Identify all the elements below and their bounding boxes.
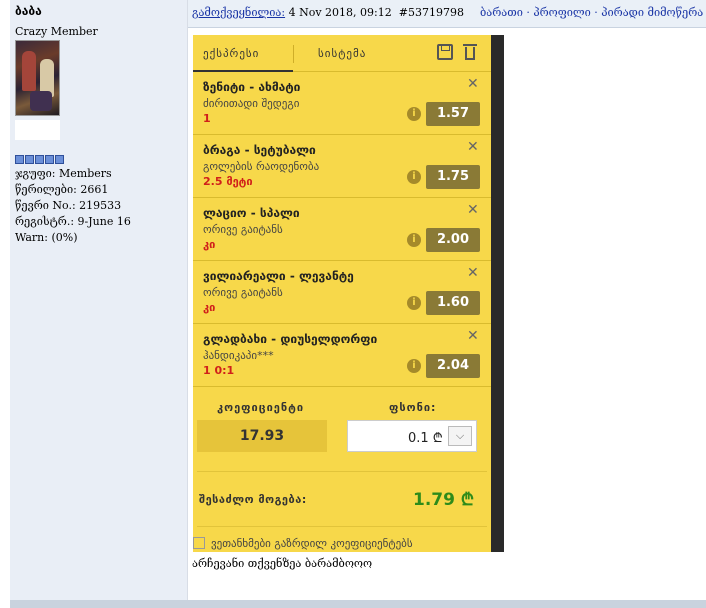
trash-icon[interactable] (463, 44, 477, 61)
bet-match: ლაციო - სპალი (203, 206, 300, 220)
betslip-screenshot: ექსპრესი სისტემა ზენიტი - ახმატი ძირითად… (193, 35, 504, 552)
close-icon[interactable]: ✕ (467, 139, 479, 155)
tab-express[interactable]: ექსპრესი (203, 47, 259, 60)
user-rank: Crazy Member (15, 25, 98, 38)
close-icon[interactable]: ✕ (467, 328, 479, 344)
post-date: 4 Nov 2018, 09:12 (288, 6, 392, 19)
user-panel: ბაბა Crazy Member ჯგუფი: Members წერილებ… (10, 0, 188, 600)
post-meta: გამოქვეყნილია: 4 Nov 2018, 09:12 #537197… (192, 6, 464, 19)
save-icon[interactable] (437, 44, 453, 60)
bet-item: ბრაგა - სეტუბალი გოლების რაოდენობა 2.5 მ… (193, 135, 491, 198)
bet-odds: 2.00 (426, 228, 480, 252)
close-icon[interactable]: ✕ (467, 202, 479, 218)
payout-label: შესაძლო მოგება: (199, 493, 307, 506)
close-icon[interactable]: ✕ (467, 76, 479, 92)
bet-pick: 1 (203, 112, 211, 125)
bet-pick: 2.5 მეტი (203, 175, 253, 188)
bet-match: ზენიტი - ახმატი (203, 80, 301, 94)
betslip-tabs: ექსპრესი სისტემა (193, 35, 491, 72)
scrollbar[interactable] (491, 35, 504, 552)
post-footer-bar (10, 600, 706, 608)
divider (197, 471, 487, 472)
bet-pick: კი (203, 238, 216, 251)
bet-odds: 1.57 (426, 102, 480, 126)
stake-value: 0.1 ₾ (408, 431, 443, 446)
avatar-figure (30, 91, 52, 111)
rank-square (55, 155, 64, 164)
bet-odds: 2.04 (426, 354, 480, 378)
avatar-placeholder (15, 120, 60, 140)
divider (197, 526, 487, 527)
post-header: გამოქვეყნილია: 4 Nov 2018, 09:12 #537197… (188, 0, 706, 28)
trash-lid (463, 44, 477, 46)
stake-input[interactable]: 0.1 ₾ ⌵ (347, 420, 477, 452)
bet-odds: 1.75 (426, 165, 480, 189)
bet-odds: 1.60 (426, 291, 480, 315)
user-group: ჯგუფი: Members (15, 167, 112, 180)
amount-label: ფსონი: (389, 401, 437, 414)
rank-squares (15, 155, 64, 164)
trash-body (465, 47, 475, 60)
info-icon[interactable]: i (407, 233, 421, 247)
bet-item: ლაციო - სპალი ორივე გაიტანს კი ✕ i 2.00 (193, 198, 491, 261)
avatar (15, 40, 60, 116)
chevron-down-icon[interactable]: ⌵ (448, 426, 472, 446)
user-registered: რეგისტრ.: 9-June 16 (15, 215, 131, 228)
rank-square (25, 155, 34, 164)
close-icon[interactable]: ✕ (467, 265, 479, 281)
username[interactable]: ბაბა (15, 4, 42, 18)
avatar-figure (22, 51, 36, 91)
coef-label: კოეფიციენტი (217, 401, 305, 414)
bet-item: გლადბახი - დიუსელდორფი ჰანდიკაპი*** 1 0:… (193, 324, 491, 387)
rank-square (45, 155, 54, 164)
payout-value: 1.79 ₾ (413, 490, 474, 510)
bet-match: ვილიარეალი - ლევანტე (203, 269, 354, 283)
bet-match: გლადბახი - დიუსელდორფი (203, 332, 378, 346)
info-icon[interactable]: i (407, 359, 421, 373)
user-posts: წერილები: 2661 (15, 183, 109, 196)
post-menu[interactable]: ბარათი · პროფილი · პირადი მიმოწერა (480, 6, 703, 19)
bet-market: ჰანდიკაპი*** (203, 349, 274, 362)
bet-market: ძირითადი შედეგი (203, 97, 300, 110)
tab-separator (293, 45, 294, 63)
accept-odds-label: ვეთანხმები გაზრდილ კოეფიციენტებს (211, 537, 413, 550)
info-icon[interactable]: i (407, 170, 421, 184)
rank-square (15, 155, 24, 164)
total-coefficient: 17.93 (197, 420, 327, 452)
bet-pick: 1 0:1 (203, 364, 235, 377)
info-icon[interactable]: i (407, 296, 421, 310)
tab-system[interactable]: სისტემა (318, 47, 366, 60)
rank-square (35, 155, 44, 164)
post-link[interactable]: გამოქვეყნილია: (192, 6, 285, 19)
bet-market: ორივე გაიტანს (203, 223, 283, 236)
user-member-no: წევრი No.: 219533 (15, 199, 122, 212)
bet-market: ორივე გაიტანს (203, 286, 283, 299)
bet-item: ვილიარეალი - ლევანტე ორივე გაიტანს კი ✕ … (193, 261, 491, 324)
post-id[interactable]: #53719798 (399, 6, 464, 19)
accept-odds-checkbox[interactable] (193, 537, 205, 549)
user-warn: Warn: (0%) (15, 231, 78, 244)
post-body-text: არჩევანი თქვენზეა ბარამბოოო (192, 557, 373, 570)
user-stats: ჯგუფი: Members წერილები: 2661 წევრი No.:… (15, 166, 131, 246)
bet-item: ზენიტი - ახმატი ძირითადი შედეგი 1 ✕ i 1.… (193, 72, 491, 135)
betslip: ექსპრესი სისტემა ზენიტი - ახმატი ძირითად… (193, 35, 491, 552)
totals-labels: კოეფიციენტი ფსონი: (193, 399, 491, 419)
bet-pick: კი (203, 301, 216, 314)
info-icon[interactable]: i (407, 107, 421, 121)
bet-market: გოლების რაოდენობა (203, 160, 320, 173)
bet-match: ბრაგა - სეტუბალი (203, 143, 316, 157)
